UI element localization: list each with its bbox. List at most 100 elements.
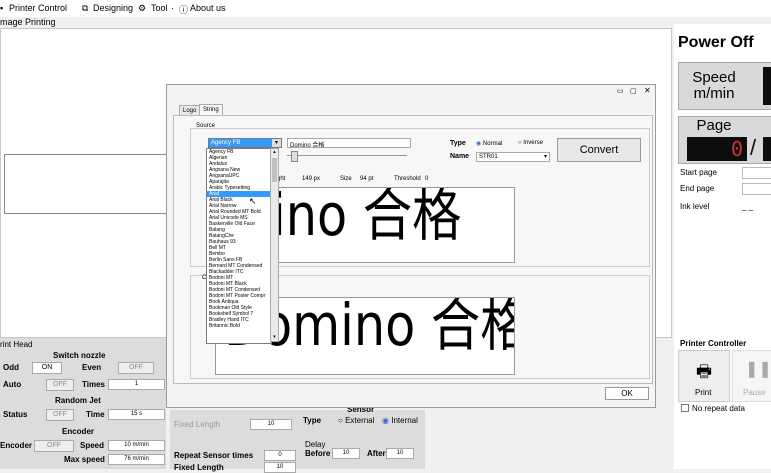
menu-about[interactable]: About us (190, 3, 226, 13)
print-head-title: rint Head (0, 340, 33, 349)
status-label: Status (3, 410, 28, 419)
name-select-value: STR01 (479, 154, 498, 160)
scroll-up-icon[interactable]: ▴ (271, 149, 278, 156)
fixed-length2-input[interactable]: 10 (264, 462, 296, 473)
convert-button[interactable]: Convert (557, 138, 641, 162)
page-display: Page 0 / (678, 116, 771, 164)
sensor-type-label: Type (303, 416, 322, 425)
normal-label: Normal (482, 141, 503, 147)
threshold-value: 0 (425, 176, 429, 182)
repeat-sensor-label: Repeat Sensor times (174, 451, 254, 460)
fixed-length-input[interactable]: 10 (250, 419, 292, 430)
max-speed-label: Max speed (64, 455, 105, 464)
end-page-label: End page (680, 184, 715, 193)
time-label: Time (86, 410, 105, 419)
inverse-label: Inverse (523, 140, 543, 146)
external-radio[interactable]: ○ External (338, 416, 374, 425)
name-label: Name (450, 153, 470, 160)
close-icon[interactable]: ✕ (644, 86, 651, 95)
page-total-digits (763, 137, 771, 161)
size-value: 94 pt (360, 176, 374, 182)
font-select-arrow-icon[interactable]: ▾ (272, 139, 281, 147)
after-label: After (367, 449, 386, 458)
encoder-title: Encoder (62, 427, 95, 436)
print-button[interactable]: 🖶 Print (678, 350, 730, 402)
scroll-down-icon[interactable]: ▾ (271, 334, 278, 341)
internal-label: Internal (391, 416, 418, 425)
size-label: Size (340, 176, 352, 182)
right-panel: Power Off Speed m/min Page 0 / Start pag… (674, 24, 771, 469)
print-label: Print (695, 388, 712, 397)
ink-level-label: Ink level (680, 202, 710, 211)
font-option[interactable]: Britannic Bold (207, 323, 271, 329)
pause-button[interactable]: ❚❚ Pause (732, 350, 771, 402)
ok-button[interactable]: OK (605, 387, 649, 400)
menu-designing[interactable]: Designing (93, 3, 133, 13)
threshold-label: Threshold (394, 176, 421, 182)
printer-control-icon: ▪ (0, 3, 4, 13)
pause-icon: ❚❚ (745, 361, 771, 378)
page-label: Page (696, 117, 732, 134)
scroll-thumb[interactable] (272, 158, 277, 182)
page-separator: / (750, 135, 757, 160)
inverse-radio[interactable]: ○ Inverse (518, 140, 543, 146)
font-dropdown-list[interactable]: Agency FB Algerian Andalus Angsana New Angsa… (206, 148, 272, 344)
auto-label: Auto (3, 380, 22, 389)
repeat-sensor-input[interactable]: 0 (264, 450, 296, 461)
font-select[interactable]: Agency FB ▾ (208, 138, 282, 148)
delay-label: Delay (305, 440, 326, 449)
time-input[interactable]: 15 s (108, 409, 165, 420)
times-label: Times (82, 380, 105, 389)
height-value: 149 px (302, 176, 321, 182)
start-page-field[interactable] (742, 167, 771, 179)
max-speed-value: 76 m/min (108, 454, 165, 465)
name-select-arrow-icon[interactable]: ▾ (544, 153, 547, 160)
switch-nozzle-title: Switch nozzle (53, 351, 106, 360)
size-slider-track (287, 155, 407, 156)
speed-digit (763, 67, 771, 105)
mouse-cursor-icon: ↖ (249, 196, 257, 206)
menu-printer-control[interactable]: Printer Control (9, 3, 67, 13)
speed-input[interactable]: 10 m/min (108, 440, 165, 451)
random-jet-title: Random Jet (55, 396, 101, 405)
times-input[interactable]: 1 (108, 379, 165, 390)
external-label: External (345, 416, 375, 425)
before-input[interactable]: 10 (332, 448, 360, 459)
encoder-toggle[interactable]: OFF (34, 440, 74, 452)
after-input[interactable]: 10 (386, 448, 414, 459)
text-input-value: Domino 合格 (290, 143, 325, 149)
menu-bar: ▪ Printer Control ⧉ Designing ⚙ Tool · ⓘ… (0, 0, 771, 17)
speed-display: Speed m/min (678, 62, 771, 110)
font-list-scrollbar[interactable]: ▴ ▾ (270, 148, 279, 342)
print-head-panel: rint Head Switch nozzle Odd ON Even OFF … (0, 338, 166, 469)
type-label: Type (450, 140, 466, 147)
minimize-icon[interactable]: ▭ (617, 87, 624, 95)
sensor-panel: Fixed Length 10 Repeat Sensor times 0 Fi… (170, 405, 425, 473)
even-toggle[interactable]: OFF (118, 362, 154, 374)
font-select-value: Agency FB (211, 140, 241, 146)
odd-toggle[interactable]: ON (32, 362, 62, 374)
no-repeat-checkbox[interactable] (681, 404, 689, 412)
no-repeat-label: No repeat data (692, 404, 745, 413)
label-outline[interactable] (4, 154, 176, 214)
text-input[interactable]: Domino 合格 (287, 138, 411, 149)
tool-icon: ⚙ (138, 3, 147, 13)
printer-icon: 🖶 (696, 362, 713, 381)
menu-tool[interactable]: Tool (151, 3, 168, 13)
start-page-label: Start page (680, 168, 717, 177)
auto-toggle[interactable]: OFF (46, 379, 74, 391)
maximize-icon[interactable]: ▢ (630, 87, 637, 95)
end-page-field[interactable] (742, 183, 771, 195)
ink-level-value: _ _ (742, 202, 754, 211)
window-subtitle: mage Printing (0, 17, 56, 27)
name-select[interactable]: STR01 ▾ (476, 152, 550, 162)
even-label: Even (82, 363, 102, 372)
status-toggle[interactable]: OFF (46, 409, 74, 421)
speed-label: Speed m/min (692, 69, 736, 102)
size-slider-handle[interactable] (291, 151, 298, 162)
odd-label: Odd (3, 363, 19, 372)
page-digit: 0 (730, 137, 743, 161)
tool-dropdown-caret[interactable]: · (171, 3, 174, 13)
internal-radio[interactable]: ◉ Internal (382, 416, 418, 425)
normal-radio[interactable]: ◉ Normal (476, 140, 502, 147)
